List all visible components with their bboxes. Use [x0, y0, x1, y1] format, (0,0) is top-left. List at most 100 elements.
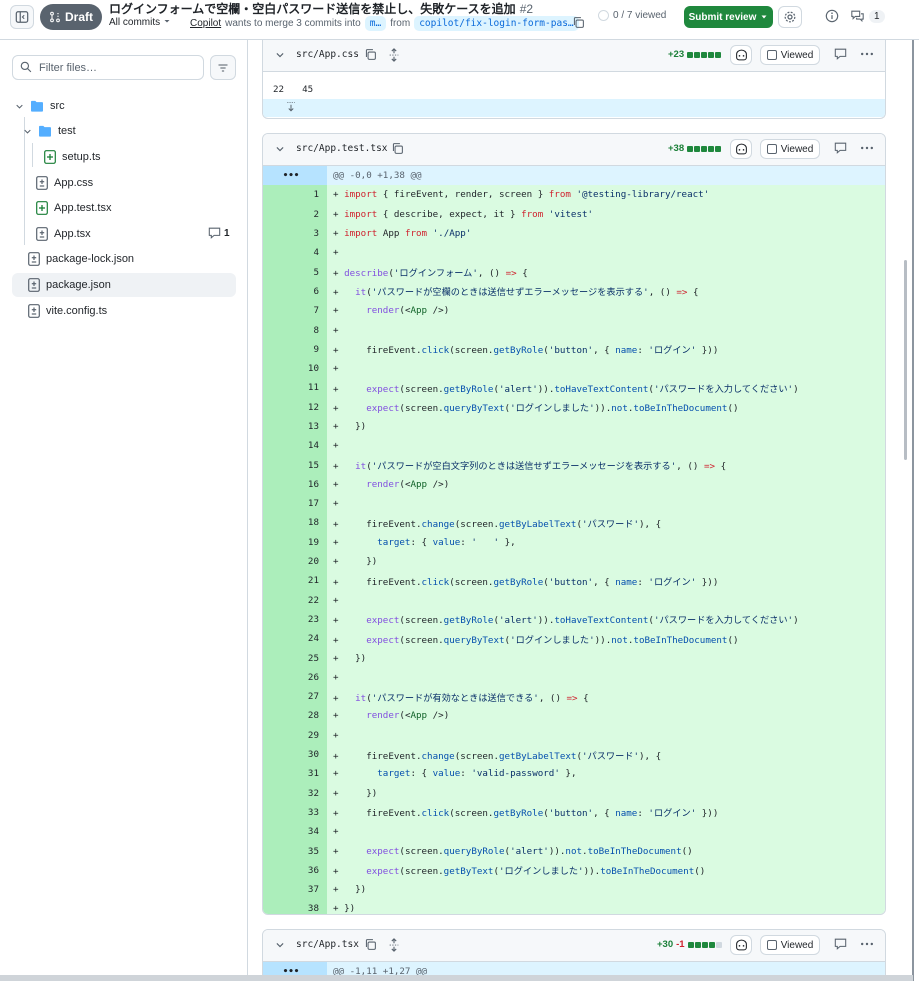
line-number[interactable]: 22 [263, 590, 327, 610]
line-number[interactable]: 18 [263, 513, 327, 533]
diff-added-line[interactable]: 7 + render(<App />) [263, 301, 885, 321]
diff-added-line[interactable]: 1 + import { fireEvent, render, screen } … [263, 185, 885, 205]
collapse-chevron-icon[interactable] [275, 940, 285, 953]
viewed-checkbox-button[interactable]: Viewed [760, 935, 820, 955]
copy-path-icon[interactable] [364, 938, 377, 954]
tree-file-app-css[interactable]: App.css [36, 171, 236, 195]
diff-added-line[interactable]: 34 + [263, 822, 885, 842]
collapse-chevron-icon[interactable] [275, 50, 285, 63]
diff-added-line[interactable]: 23 + expect(screen.getByRole('alert')).to… [263, 609, 885, 630]
line-number[interactable]: 14 [263, 436, 327, 456]
diff-added-line[interactable]: 6 + it('パスワードが空欄のときは送信せずエラーメッセージを表示する', (… [263, 281, 885, 302]
diff-added-line[interactable]: 37 + }) [263, 879, 885, 900]
diff-added-line[interactable]: 17 + [263, 494, 885, 514]
line-number[interactable]: 26 [263, 667, 327, 688]
diff-added-line[interactable]: 27 + it('パスワードが有効なときは送信できる', () => { [263, 687, 885, 707]
collapse-chevron-icon[interactable] [275, 144, 285, 157]
diff-added-line[interactable]: 33 + fireEvent.click(screen.getByRole('bu… [263, 802, 885, 823]
diff-added-line[interactable]: 35 + expect(screen.queryByRole('alert')).… [263, 841, 885, 861]
line-number[interactable]: 1 [263, 185, 327, 205]
expand-down-row[interactable] [263, 99, 885, 118]
settings-button[interactable] [778, 6, 802, 28]
line-number[interactable]: 8 [263, 320, 327, 340]
line-number[interactable]: 25 [263, 648, 327, 668]
line-number[interactable]: 12 [263, 397, 327, 417]
kebab-menu-icon[interactable] [860, 142, 874, 157]
tree-file-package-json[interactable]: package.json [12, 273, 236, 297]
line-number[interactable]: 4 [263, 243, 327, 263]
copy-path-icon[interactable] [391, 142, 404, 158]
line-number[interactable]: 27 [263, 687, 327, 707]
line-number[interactable]: 17 [263, 494, 327, 514]
copy-path-icon[interactable] [364, 48, 377, 64]
diff-added-line[interactable]: 25 + }) [263, 648, 885, 668]
copy-branch-button[interactable] [572, 16, 585, 32]
line-number[interactable]: 29 [263, 725, 327, 745]
file-name[interactable]: src/App.tsx [296, 939, 359, 950]
diff-added-line[interactable]: 31 + target: { value: 'valid-password' }, [263, 764, 885, 784]
line-number[interactable]: 15 [263, 455, 327, 475]
file-name[interactable]: src/App.test.tsx [296, 143, 388, 154]
base-branch[interactable]: m… [364, 16, 387, 31]
line-number[interactable]: 9 [263, 339, 327, 359]
line-number[interactable]: 16 [263, 474, 327, 495]
line-number[interactable]: 37 [263, 879, 327, 900]
diff-added-line[interactable]: 16 + render(<App />) [263, 474, 885, 495]
line-number[interactable]: 31 [263, 764, 327, 784]
line-number[interactable]: 30 [263, 744, 327, 765]
diff-added-line[interactable]: 19 + target: { value: ' ' }, [263, 532, 885, 552]
line-number[interactable]: 2 [263, 204, 327, 224]
line-number[interactable]: 13 [263, 416, 327, 437]
line-number[interactable]: 34 [263, 822, 327, 842]
diff-added-line[interactable]: 11 + expect(screen.getByRole('alert')).to… [263, 378, 885, 398]
tree-file-package-lock[interactable]: package-lock.json [28, 247, 236, 271]
line-number[interactable]: 35 [263, 841, 327, 861]
submit-review-button[interactable]: Submit review [684, 6, 773, 28]
kebab-menu-icon[interactable] [860, 48, 874, 63]
diff-added-line[interactable]: 36 + expect(screen.getByText('ログインしました'))… [263, 860, 885, 880]
line-number[interactable]: 28 [263, 706, 327, 726]
diff-added-line[interactable]: 15 + it('パスワードが空白文字列のときは送信せずエラーメッセージを表示する… [263, 455, 885, 475]
line-number[interactable]: 3 [263, 223, 327, 244]
diff-added-line[interactable]: 29 + [263, 725, 885, 745]
head-branch[interactable]: copilot/fix-login-form-pas… [414, 16, 579, 31]
diff-added-line[interactable]: 3 + import App from './App' [263, 223, 885, 244]
diff-added-line[interactable]: 18 + fireEvent.change(screen.getByLabelTe… [263, 513, 885, 533]
line-number[interactable]: 5 [263, 262, 327, 282]
diff-added-line[interactable]: 38 + }) [263, 899, 885, 914]
diff-added-line[interactable]: 12 + expect(screen.queryByText('ログインしました'… [263, 397, 885, 417]
expand-down-icon[interactable] [263, 99, 327, 118]
diff-added-line[interactable]: 8 + [263, 320, 885, 340]
comments-button[interactable]: 1 [850, 9, 885, 23]
line-number[interactable]: 21 [263, 571, 327, 591]
viewed-checkbox-button[interactable]: Viewed [760, 139, 820, 159]
comment-on-file-icon[interactable] [834, 48, 847, 63]
tree-file-app-tsx[interactable]: App.tsx [36, 222, 236, 246]
diff-added-line[interactable]: 20 + }) [263, 551, 885, 572]
line-number[interactable]: 20 [263, 551, 327, 572]
line-number[interactable]: 32 [263, 783, 327, 803]
file-name[interactable]: src/App.css [296, 49, 359, 60]
expand-hunk-button[interactable]: ••• [263, 166, 327, 186]
commits-select[interactable]: All commits [109, 17, 171, 28]
line-number[interactable]: 38 [263, 899, 327, 914]
line-number[interactable]: 6 [263, 281, 327, 302]
diff-added-line[interactable]: 10 + [263, 358, 885, 379]
viewed-checkbox-button[interactable]: Viewed [760, 45, 820, 65]
line-number[interactable]: 11 [263, 378, 327, 398]
diff-added-line[interactable]: 30 + fireEvent.change(screen.getByLabelTe… [263, 744, 885, 765]
kebab-menu-icon[interactable] [860, 938, 874, 953]
line-number[interactable]: 23 [263, 609, 327, 630]
diff-added-line[interactable]: 4 + [263, 243, 885, 263]
diff-added-line[interactable]: 5 + describe('ログインフォーム', () => { [263, 262, 885, 282]
line-number[interactable]: 36 [263, 860, 327, 880]
line-number[interactable]: 10 [263, 358, 327, 379]
diff-added-line[interactable]: 14 + [263, 436, 885, 456]
copilot-button[interactable] [730, 45, 752, 65]
copilot-button[interactable] [730, 935, 752, 955]
comment-on-file-icon[interactable] [834, 938, 847, 953]
diff-added-line[interactable]: 26 + [263, 667, 885, 688]
diff-added-line[interactable]: 28 + render(<App />) [263, 706, 885, 726]
filter-files-input[interactable] [12, 55, 204, 80]
author-link[interactable]: Copilot [190, 18, 221, 29]
